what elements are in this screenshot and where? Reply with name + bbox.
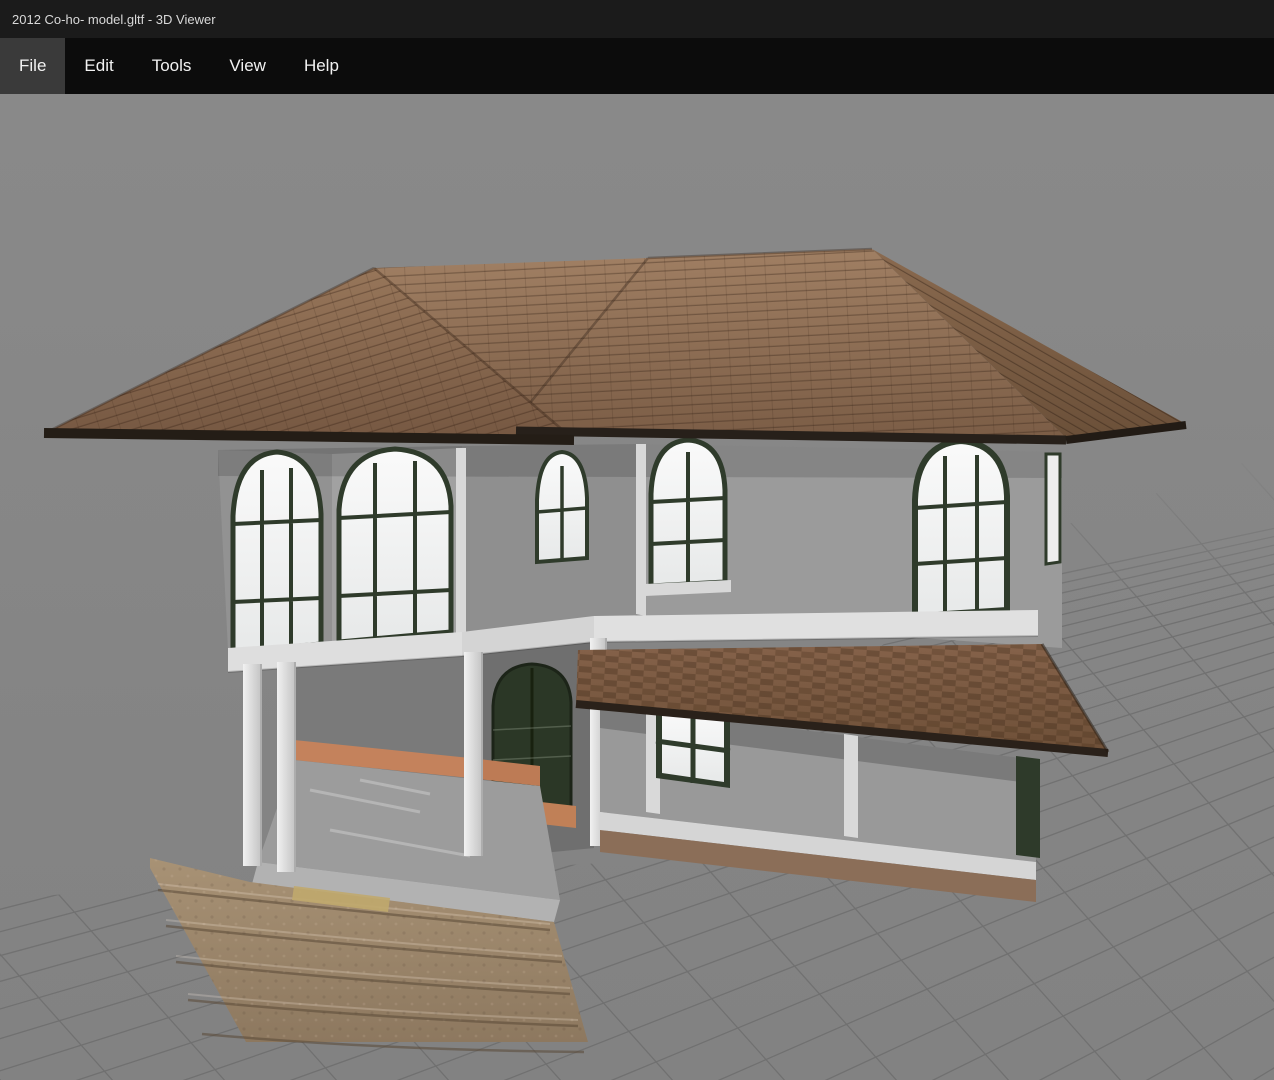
- arched-window: [336, 446, 454, 645]
- scene-render: [0, 247, 1274, 1080]
- menubar: File Edit Tools View Help: [0, 38, 1274, 94]
- corner-trim: [456, 448, 466, 638]
- menu-edit[interactable]: Edit: [65, 38, 132, 94]
- arched-window: [645, 437, 731, 596]
- titlebar: 2012 Co-ho- model.gltf - 3D Viewer: [0, 0, 1274, 38]
- small-arched-window: [535, 449, 589, 565]
- menu-view[interactable]: View: [210, 38, 285, 94]
- menu-tools[interactable]: Tools: [133, 38, 211, 94]
- house-model: [43, 247, 1187, 1054]
- viewport-canvas[interactable]: [0, 0, 1274, 1080]
- menu-help[interactable]: Help: [285, 38, 358, 94]
- window-title: 2012 Co-ho- model.gltf - 3D Viewer: [12, 11, 216, 27]
- arched-window: [230, 449, 324, 655]
- corner-window-sliver: [1044, 452, 1062, 566]
- corner-trim: [636, 444, 646, 616]
- side-door: [1016, 756, 1040, 858]
- arched-window: [912, 437, 1010, 620]
- menu-file[interactable]: File: [0, 38, 66, 94]
